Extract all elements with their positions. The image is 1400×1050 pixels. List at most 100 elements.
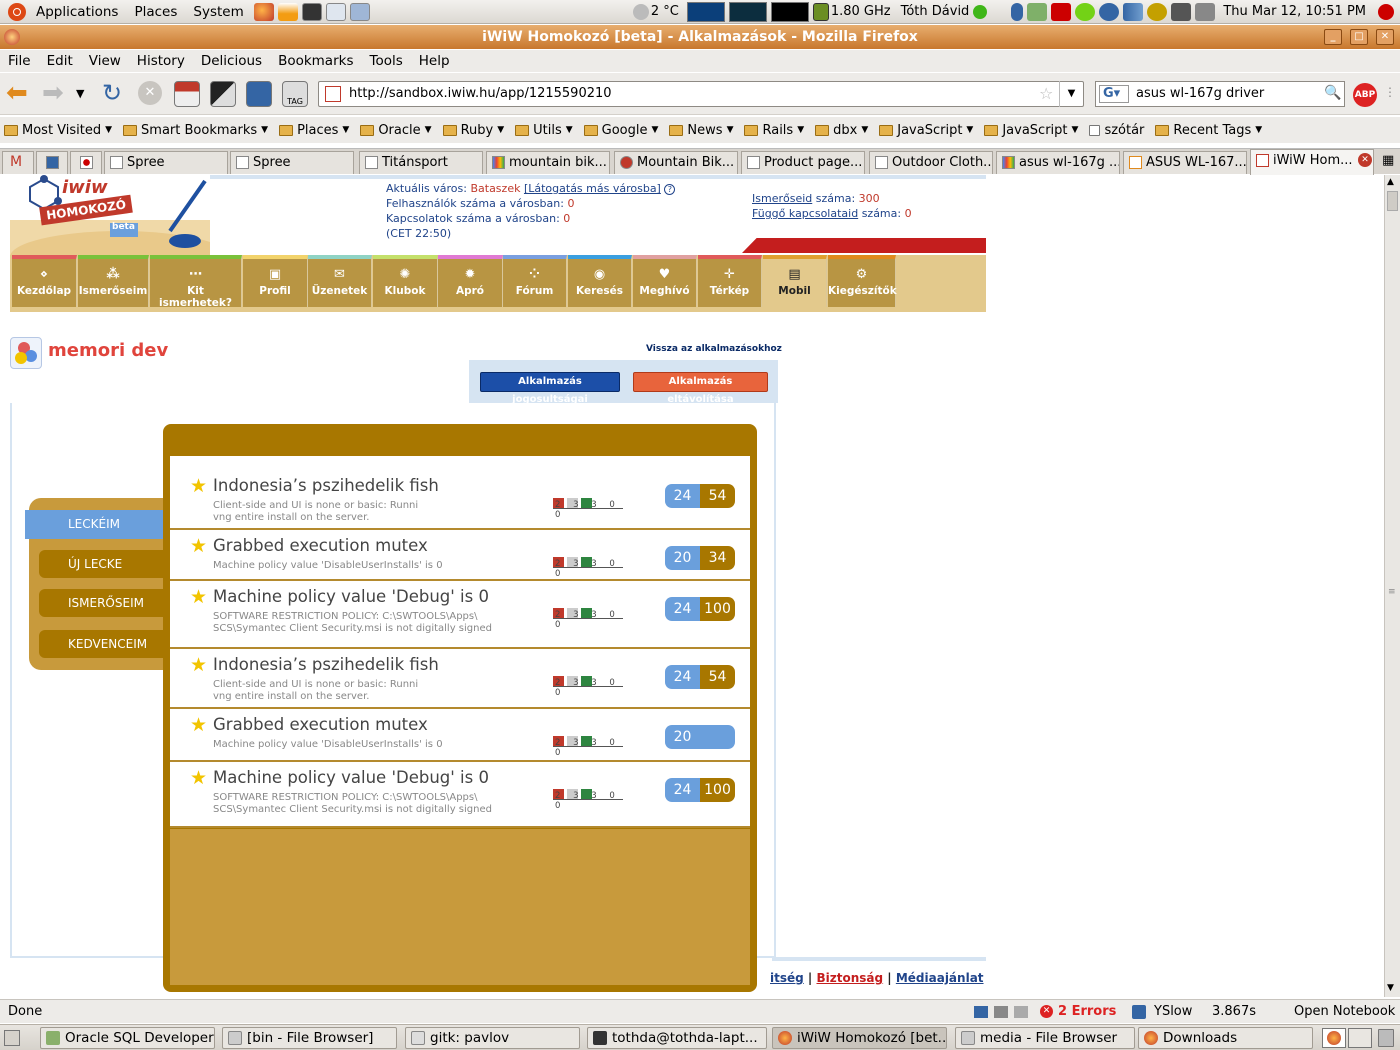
- bookmark-recent-tags[interactable]: Recent Tags ▼: [1151, 123, 1269, 138]
- tab-outdoor-clothing[interactable]: Outdoor Cloth...: [869, 151, 993, 174]
- lesson-row[interactable]: ★ Machine policy value 'Debug' is 0 SOFTWA…: [170, 762, 750, 828]
- bookmark-star-icon[interactable]: ☆: [1039, 84, 1053, 103]
- nav-apro[interactable]: ✹ Apró: [438, 255, 503, 307]
- bookmark-news[interactable]: News ▼: [665, 123, 740, 138]
- sync-icon[interactable]: [1075, 2, 1096, 21]
- lesson-score-badge[interactable]: 24 54: [665, 484, 735, 508]
- search-text[interactable]: asus wl-167g driver: [1136, 86, 1264, 101]
- url-bar[interactable]: http://sandbox.iwiw.hu/app/1215590210 ☆ …: [318, 81, 1084, 107]
- menu-delicious[interactable]: Delicious: [193, 53, 270, 69]
- bookmark-ruby[interactable]: Ruby ▼: [439, 123, 512, 138]
- reload-icon[interactable]: ↻: [102, 81, 128, 107]
- back-icon[interactable]: ⬅: [6, 80, 32, 107]
- vertical-scrollbar[interactable]: ▲ ≡ ▼: [1384, 175, 1400, 997]
- task-terminal[interactable]: tothda@tothda-lapt...: [587, 1027, 767, 1049]
- minimize-button[interactable]: _: [1324, 29, 1342, 45]
- adblock-icon[interactable]: ABP: [1353, 83, 1377, 107]
- menu-edit[interactable]: Edit: [39, 53, 81, 69]
- tab-mountain-bike-1[interactable]: mountain bik...: [486, 151, 610, 174]
- lesson-title[interactable]: Indonesia’s pszihedelik fish: [213, 476, 439, 495]
- shutdown-icon[interactable]: [1378, 3, 1394, 20]
- bookmark-page-icon[interactable]: [246, 81, 272, 107]
- nav-profil[interactable]: ▣ Profil: [243, 255, 308, 307]
- error-count[interactable]: 2 Errors: [1058, 1004, 1116, 1019]
- task-oracle-sql[interactable]: Oracle SQL Developer: [40, 1027, 215, 1049]
- help-icon[interactable]: ?: [664, 184, 676, 195]
- trash-icon[interactable]: [1378, 1029, 1394, 1047]
- bookmark-szotar[interactable]: szótár: [1085, 123, 1151, 138]
- lesson-score-badge[interactable]: 20: [665, 725, 735, 749]
- footer-security-link[interactable]: Biztonság: [816, 971, 883, 985]
- clock[interactable]: Thu Mar 12, 10:51 PM: [1223, 4, 1366, 19]
- maximize-button[interactable]: □: [1350, 29, 1368, 45]
- magnifier-icon[interactable]: [1147, 2, 1168, 21]
- search-go-icon[interactable]: 🔍: [1324, 85, 1341, 101]
- nav-mobil[interactable]: ▤ Mobil: [763, 255, 827, 307]
- bookmark-google[interactable]: Google ▼: [580, 123, 666, 138]
- app-remove-button[interactable]: Alkalmazás eltávolítása: [633, 372, 768, 405]
- bookmark-javascript[interactable]: JavaScript ▼: [875, 123, 980, 138]
- favorite-star-icon[interactable]: ★: [190, 537, 208, 556]
- system-menu[interactable]: System: [185, 4, 251, 20]
- close-tab-icon[interactable]: ✕: [1358, 153, 1372, 167]
- open-notebook-button[interactable]: Open Notebook: [1294, 1004, 1395, 1019]
- nav-forum[interactable]: ⁘ Fórum: [503, 255, 567, 307]
- bookmark-rails[interactable]: Rails ▼: [740, 123, 811, 138]
- lesson-row[interactable]: ★ Machine policy value 'Debug' is 0 SOFTWA…: [170, 581, 750, 649]
- tab-asus-search[interactable]: asus wl-167g ...: [996, 151, 1120, 174]
- window-menu-icon[interactable]: [4, 29, 20, 45]
- favorite-star-icon[interactable]: ★: [190, 656, 208, 675]
- bluetooth-icon[interactable]: [1011, 2, 1024, 21]
- lesson-score-badge[interactable]: 24 54: [665, 665, 735, 689]
- menu-view[interactable]: View: [81, 53, 129, 69]
- lesson-title[interactable]: Machine policy value 'Debug' is 0: [213, 768, 489, 787]
- yslow-icon[interactable]: [1132, 1005, 1146, 1019]
- places-menu[interactable]: Places: [126, 4, 185, 20]
- task-iwiw-firefox[interactable]: iWiW Homokozó [bet...: [772, 1027, 947, 1049]
- lesson-title[interactable]: Machine policy value 'Debug' is 0: [213, 587, 489, 606]
- friends-link[interactable]: Ismerőseid: [752, 192, 812, 205]
- favorite-star-icon[interactable]: ★: [190, 477, 208, 496]
- show-desktop-icon[interactable]: [4, 1030, 20, 1046]
- visit-other-city-link[interactable]: [Látogatás más városba]: [524, 182, 661, 195]
- lesson-score-badge[interactable]: 20 34: [665, 546, 735, 570]
- ubuntu-logo-icon[interactable]: [8, 2, 26, 21]
- task-media-browser[interactable]: media - File Browser: [955, 1027, 1135, 1049]
- bookmark-smart-bookmarks[interactable]: Smart Bookmarks ▼: [119, 123, 275, 138]
- side-kedvenceim[interactable]: KEDVENCEIM: [39, 630, 165, 658]
- task-downloads[interactable]: Downloads: [1138, 1027, 1313, 1049]
- volume-icon[interactable]: [1195, 2, 1216, 21]
- user-name[interactable]: Tóth Dávid: [901, 4, 970, 19]
- lesson-title[interactable]: Grabbed execution mutex: [213, 715, 428, 734]
- nav-meghivo[interactable]: ♥ Meghívó: [633, 255, 697, 307]
- history-dropdown-icon[interactable]: ▼: [76, 81, 90, 107]
- bookmark-most-visited[interactable]: Most Visited ▼: [0, 123, 119, 138]
- scroll-thumb[interactable]: [1387, 191, 1398, 211]
- back-to-apps-link[interactable]: Vissza az alkalmazásokhoz: [646, 344, 782, 354]
- forward-icon[interactable]: ➡: [42, 80, 68, 107]
- tab-iwiw[interactable]: iWiW Hom...: [1250, 149, 1374, 175]
- nav-kereses[interactable]: ◉ Keresés: [568, 255, 632, 307]
- tab-flag[interactable]: [70, 151, 102, 174]
- lesson-row[interactable]: ★ Indonesia’s pszihedelik fish Client-side…: [170, 456, 750, 530]
- lesson-score-badge[interactable]: 24 100: [665, 597, 735, 621]
- screenshot-icon[interactable]: [210, 81, 236, 107]
- tab-spree-1[interactable]: Spree: [104, 151, 228, 174]
- scroll-down-icon[interactable]: ▼: [1387, 983, 1394, 993]
- favorite-star-icon[interactable]: ★: [190, 716, 208, 735]
- tab-asus-wl167[interactable]: ASUS WL-167...: [1123, 151, 1247, 174]
- bookmark-oracle[interactable]: Oracle ▼: [356, 123, 438, 138]
- yslow-label[interactable]: YSlow: [1154, 1004, 1192, 1019]
- menu-file[interactable]: File: [0, 53, 39, 69]
- nav-uzenetek[interactable]: ✉ Üzenetek: [308, 255, 372, 307]
- pending-link[interactable]: Függő kapcsolataid: [752, 207, 858, 220]
- menu-bookmarks[interactable]: Bookmarks: [270, 53, 361, 69]
- bookmark-utils[interactable]: Utils ▼: [511, 123, 580, 138]
- tab-feed[interactable]: [36, 151, 68, 174]
- all-tabs-icon[interactable]: ▦: [1382, 153, 1394, 168]
- refresh-icon[interactable]: [1099, 2, 1120, 21]
- favorite-star-icon[interactable]: ★: [190, 769, 208, 788]
- nav-klubok[interactable]: ✺ Klubok: [373, 255, 438, 307]
- lesson-row[interactable]: ★ Grabbed execution mutex Machine policy v…: [170, 530, 750, 581]
- side-ismeroseim[interactable]: ISMERŐSEIM: [39, 589, 165, 617]
